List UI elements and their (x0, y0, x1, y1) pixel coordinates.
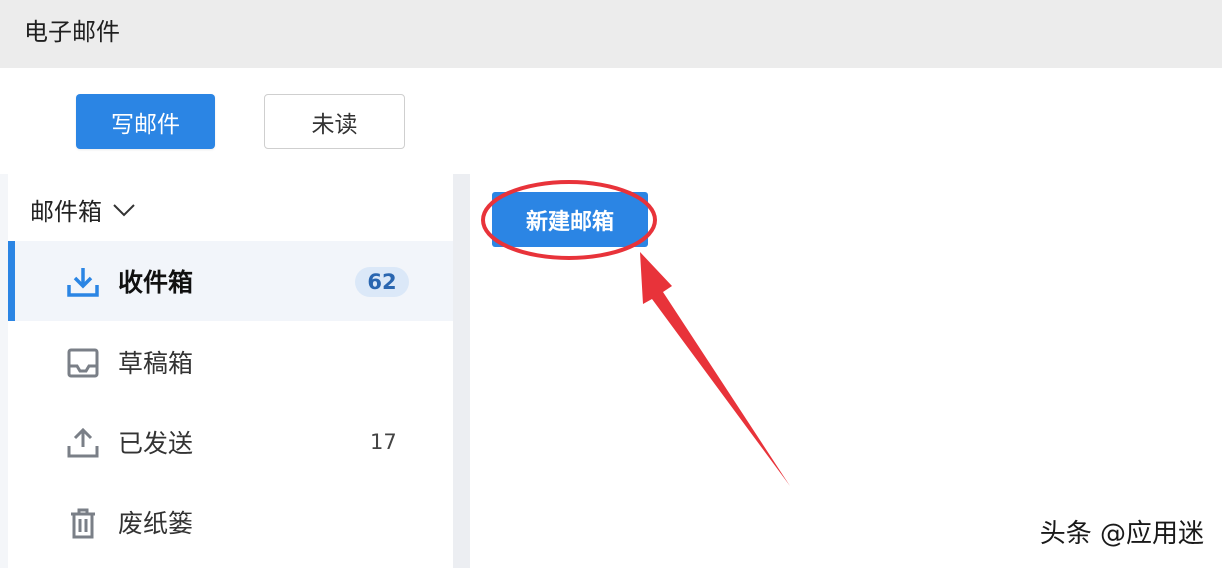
mailbox-section-label: 邮件箱 (30, 198, 102, 226)
watermark: 头条 @应用迷 (1039, 519, 1204, 549)
inbox-download-icon (67, 268, 99, 297)
new-mailbox-button[interactable]: 新建邮箱 (492, 192, 648, 247)
mailbox-sidebar: 邮件箱 收件箱 62 草稿箱 已发送 17 废纸篓 (8, 174, 453, 568)
sidebar-item-label: 收件箱 (118, 268, 194, 297)
window-title: 电子邮件 (24, 18, 120, 46)
trash-icon (71, 508, 95, 539)
title-bar: 电子邮件 (0, 0, 1222, 68)
sidebar-item-label: 草稿箱 (118, 349, 194, 378)
toolbar: 写邮件 未读 (0, 68, 1222, 175)
drafts-tray-icon (67, 348, 99, 378)
sidebar-item-label: 废纸篓 (118, 509, 194, 538)
compose-button[interactable]: 写邮件 (76, 94, 215, 149)
unread-filter-button[interactable]: 未读 (264, 94, 405, 149)
pane-divider[interactable] (453, 174, 470, 568)
unread-count-badge: 62 (355, 267, 409, 297)
sidebar-item-drafts[interactable]: 草稿箱 (8, 322, 453, 402)
chevron-down-icon (113, 203, 135, 216)
sidebar-item-sent[interactable]: 已发送 17 (8, 402, 453, 482)
sidebar-edge (0, 174, 8, 568)
sidebar-item-trash[interactable]: 废纸篓 (8, 482, 453, 562)
sent-count: 17 (370, 430, 397, 454)
sidebar-item-label: 已发送 (118, 429, 194, 458)
sidebar-item-inbox[interactable]: 收件箱 62 (8, 241, 453, 321)
sent-upload-icon (67, 427, 99, 458)
main-content: 新建邮箱 (470, 174, 1222, 568)
mailbox-section-toggle[interactable]: 邮件箱 (30, 192, 136, 227)
